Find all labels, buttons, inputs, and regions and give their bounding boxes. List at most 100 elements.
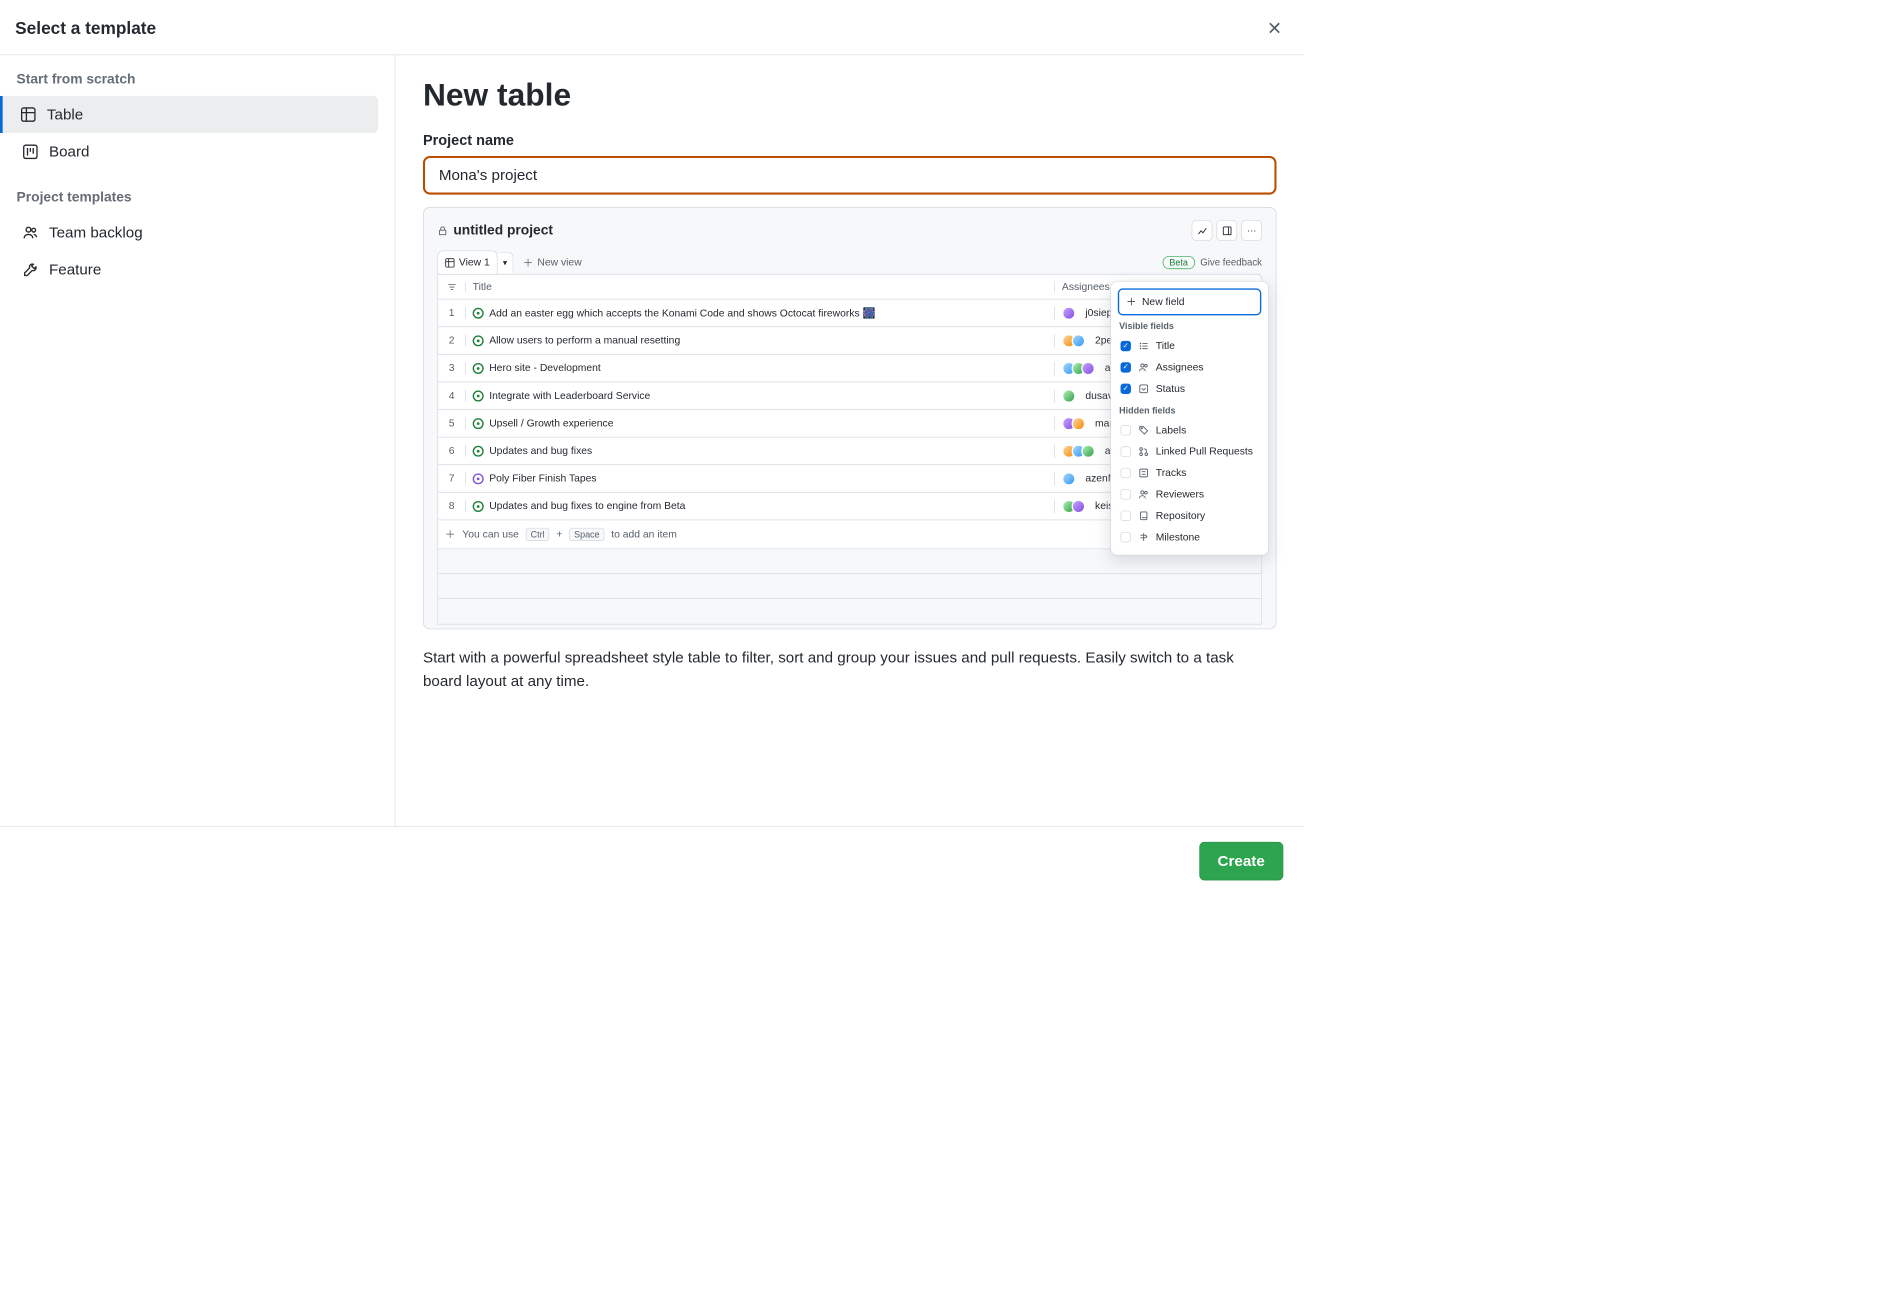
checkbox-icon[interactable] <box>1121 511 1131 521</box>
new-field-label: New field <box>1142 296 1185 308</box>
avatar <box>1072 334 1086 348</box>
page-title: New table <box>423 76 1277 113</box>
field-tracks[interactable]: Tracks <box>1118 462 1262 483</box>
tag-icon <box>1138 425 1149 436</box>
main-content: New table Project name untitled project <box>395 55 1304 826</box>
table-icon <box>21 107 36 122</box>
field-repository[interactable]: Repository <box>1118 505 1262 526</box>
issue-open-icon <box>473 418 484 429</box>
row-number: 3 <box>438 362 466 374</box>
sidebar-section-templates: Project templates <box>17 190 379 206</box>
field-status[interactable]: Status <box>1118 378 1262 399</box>
row-title-cell[interactable]: Poly Fiber Finish Tapes <box>466 473 1055 485</box>
row-number: 4 <box>438 390 466 402</box>
new-field-button[interactable]: ＋ New field <box>1118 288 1262 315</box>
project-name-input[interactable] <box>423 156 1277 195</box>
field-title[interactable]: Title <box>1118 335 1262 356</box>
avatar <box>1062 472 1076 486</box>
sidebar-item-label: Table <box>47 106 83 124</box>
filter-icon[interactable] <box>438 282 466 292</box>
field-label: Status <box>1156 383 1185 395</box>
row-title: Add an easter egg which accepts the Kona… <box>489 307 875 319</box>
new-view-button[interactable]: ＋ New view <box>513 255 591 269</box>
kbd-plus: + <box>556 529 562 541</box>
row-title: Hero site - Development <box>489 362 601 374</box>
checkbox-icon[interactable] <box>1121 468 1131 478</box>
plus-icon: ＋ <box>445 527 455 541</box>
field-labels[interactable]: Labels <box>1118 420 1262 441</box>
template-description: Start with a powerful spreadsheet style … <box>423 646 1277 693</box>
checkbox-icon[interactable] <box>1121 341 1131 351</box>
checkbox-icon[interactable] <box>1121 446 1131 456</box>
template-preview: untitled project ⋯ View 1 <box>423 207 1277 629</box>
issue-open-icon <box>473 501 484 512</box>
sidebar-item-label: Board <box>49 143 90 161</box>
col-title[interactable]: Title <box>466 281 1055 293</box>
repo-icon <box>1138 510 1149 521</box>
checkbox-icon[interactable] <box>1121 489 1131 499</box>
row-number: 8 <box>438 500 466 512</box>
issue-open-icon <box>473 363 484 374</box>
sidebar: Start from scratch Table Board Project t… <box>0 55 395 826</box>
row-number: 6 <box>438 445 466 457</box>
project-name-label: Project name <box>423 132 1277 149</box>
board-icon <box>23 144 38 159</box>
field-label: Title <box>1156 340 1175 352</box>
checkbox-icon[interactable] <box>1121 362 1131 372</box>
checkbox-icon[interactable] <box>1121 425 1131 435</box>
kebab-icon[interactable]: ⋯ <box>1241 220 1262 241</box>
plus-icon: ＋ <box>523 255 533 269</box>
list-icon <box>1138 341 1149 352</box>
row-title-cell[interactable]: Upsell / Growth experience <box>466 417 1055 429</box>
field-reviewers[interactable]: Reviewers <box>1118 484 1262 505</box>
avatar <box>1081 361 1095 375</box>
row-number: 2 <box>438 335 466 347</box>
new-view-label: New view <box>537 256 581 268</box>
plus-icon: ＋ <box>1126 295 1136 309</box>
field-milestone[interactable]: Milestone <box>1118 526 1262 547</box>
visible-fields-label: Visible fields <box>1119 321 1260 331</box>
give-feedback-link[interactable]: Give feedback <box>1200 257 1262 268</box>
create-button[interactable]: Create <box>1199 841 1284 880</box>
field-label: Milestone <box>1156 531 1200 543</box>
insights-icon[interactable] <box>1192 220 1213 241</box>
row-title-cell[interactable]: Updates and bug fixes to engine from Bet… <box>466 500 1055 512</box>
checkbox-icon[interactable] <box>1121 384 1131 394</box>
field-label: Reviewers <box>1156 489 1204 501</box>
row-title-cell[interactable]: Allow users to perform a manual resettin… <box>466 335 1055 347</box>
sidebar-item-label: Feature <box>49 261 101 279</box>
row-title: Poly Fiber Finish Tapes <box>489 473 596 485</box>
panel-icon[interactable] <box>1216 220 1237 241</box>
single-select-icon <box>1138 383 1149 394</box>
view-tab-dropdown[interactable]: ▾ <box>497 252 513 273</box>
tracks-icon <box>1138 467 1149 478</box>
sidebar-item-team-backlog[interactable]: Team backlog <box>11 214 378 251</box>
row-title-cell[interactable]: Hero site - Development <box>466 362 1055 374</box>
sidebar-item-board[interactable]: Board <box>11 133 378 170</box>
field-assignees[interactable]: Assignees <box>1118 357 1262 378</box>
beta-badge: Beta <box>1162 256 1194 269</box>
row-title: Updates and bug fixes <box>489 445 592 457</box>
kbd-space: Space <box>569 528 604 541</box>
hint-text: to add an item <box>611 529 677 541</box>
row-number: 5 <box>438 417 466 429</box>
row-title: Allow users to perform a manual resettin… <box>489 335 680 347</box>
field-label: Tracks <box>1156 467 1187 479</box>
sidebar-section-scratch: Start from scratch <box>17 72 379 88</box>
issue-open-icon <box>473 335 484 346</box>
sidebar-item-table[interactable]: Table <box>0 96 378 133</box>
checkbox-icon[interactable] <box>1121 532 1131 542</box>
sidebar-item-label: Team backlog <box>49 224 143 242</box>
kbd-ctrl: Ctrl <box>526 528 550 541</box>
view-tab[interactable]: View 1 <box>437 250 497 273</box>
row-title-cell[interactable]: Add an easter egg which accepts the Kona… <box>466 307 1055 319</box>
row-number: 7 <box>438 473 466 485</box>
hint-text: You can use <box>462 529 519 541</box>
row-title-cell[interactable]: Integrate with Leaderboard Service <box>466 390 1055 402</box>
sidebar-item-feature[interactable]: Feature <box>11 251 378 288</box>
row-title-cell[interactable]: Updates and bug fixes <box>466 445 1055 457</box>
field-linked-pr[interactable]: Linked Pull Requests <box>1118 441 1262 462</box>
close-icon[interactable]: ✕ <box>1264 15 1285 42</box>
modal-title: Select a template <box>15 19 156 39</box>
field-label: Labels <box>1156 424 1187 436</box>
